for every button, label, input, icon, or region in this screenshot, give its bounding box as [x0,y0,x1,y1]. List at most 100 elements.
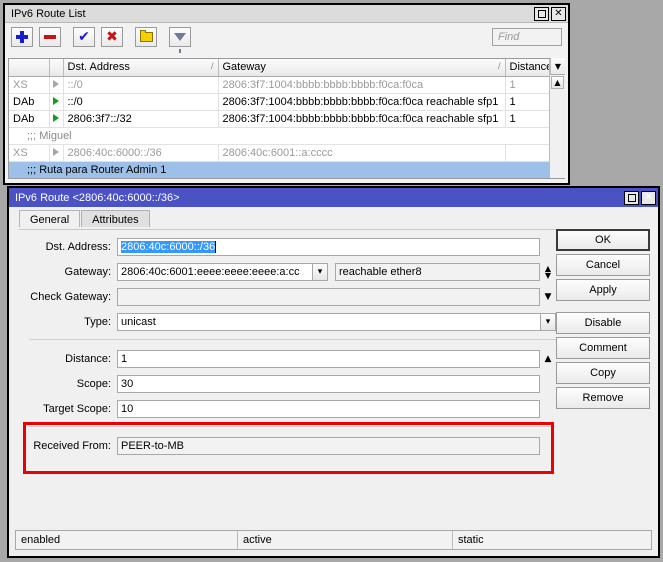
received-from-value: PEER-to-MB [117,437,540,455]
minus-icon [44,35,56,39]
add-button[interactable] [11,27,33,47]
row-dst-address: ::/0 [63,93,218,110]
maximize-icon[interactable] [534,7,549,21]
enable-button[interactable]: ✔ [73,27,95,47]
scroll-up-icon[interactable]: ▲ [551,76,564,89]
column-chooser-button[interactable]: ▼ [550,58,565,75]
cancel-button[interactable]: Cancel [556,254,650,276]
folder-icon [140,32,153,42]
row-flags: DAb [9,93,49,110]
column-gateway[interactable]: Gateway/ [218,59,505,76]
gateway-dropdown-icon[interactable]: ▾ [313,263,328,281]
routes-table-wrapper: Dst. Address / Gateway/ Distance XS ::/0 … [8,58,565,179]
routes-table-scroll: Dst. Address / Gateway/ Distance XS ::/0 … [9,59,549,178]
type-label: Type: [19,316,117,328]
row-comment: ;;; Ruta para Router Admin 1 [9,161,549,178]
received-from-row: Received From: PEER-to-MB [19,435,564,457]
route-form: Dst. Address: 2806:40c:6000::/36 Gateway… [19,229,564,516]
form-divider-1 [29,339,556,340]
distance-spinner-up-icon[interactable]: ▲ [540,354,556,364]
row-flags: DAb [9,110,49,127]
column-distance[interactable]: Distance [505,59,549,76]
target-scope-input[interactable]: 10 [117,400,540,418]
row-distance: 1 [505,76,549,93]
row-dst-address: 2806:40c:6000::/36 [63,144,218,161]
close-icon[interactable]: ✕ [551,7,566,21]
route-arrow-icon [53,80,59,88]
column-dst-address-label: Dst. Address [68,61,130,73]
disable-button[interactable]: ✖ [101,27,123,47]
gateway-row: Gateway: 2806:40c:6001:eeee:eeee:eeee:a:… [19,261,564,283]
column-flags[interactable] [9,59,49,76]
check-gateway-chevron-down-icon[interactable]: ▼ [540,292,556,302]
tab-general[interactable]: General [19,210,80,227]
tab-attributes[interactable]: Attributes [81,210,149,227]
comment-button[interactable]: Comment [556,337,650,359]
vertical-scrollbar[interactable]: ▲ [549,59,565,178]
apply-button[interactable]: Apply [556,279,650,301]
button-gap [556,304,650,312]
scope-label: Scope: [19,378,117,390]
sort-indicator-gateway: / [498,61,501,71]
row-distance: 1 [505,93,549,110]
route-arrow-icon [53,97,59,105]
remove-button[interactable]: Remove [556,387,650,409]
route-arrow-icon [53,114,59,122]
distance-input[interactable]: 1 [117,350,540,368]
gateway-input[interactable]: 2806:40c:6001:eeee:eeee:eeee:a:cc [117,263,313,281]
sort-indicator-dst: / [211,61,214,71]
plus-icon [16,31,28,43]
dst-address-label: Dst. Address: [19,241,117,253]
distance-label: Distance: [19,353,117,365]
column-arrow[interactable] [49,59,63,76]
dialog-title: IPv6 Route <2806:40c:6000::/36> [15,192,624,204]
table-row[interactable]: XS ::/0 2806:3f7:1004:bbbb:bbbb:bbbb:f0c… [9,76,549,93]
copy-button[interactable]: Copy [556,362,650,384]
disable-button[interactable]: Disable [556,312,650,334]
type-input[interactable]: unicast [117,313,541,331]
remove-button[interactable] [39,27,61,47]
find-wrapper: Find [492,28,562,46]
table-row-comment[interactable]: ;;; Miguel [9,127,549,144]
dst-address-input[interactable]: 2806:40c:6000::/36 [117,238,540,256]
dialog-body: General Attributes Dst. Address: 2806:40… [9,207,658,556]
check-gateway-row: Check Gateway: ▼ [19,286,564,308]
comment-button[interactable] [135,27,157,47]
row-arrow [49,76,63,93]
scope-input[interactable]: 30 [117,375,540,393]
scope-row: Scope: 30 [19,373,564,395]
x-icon: ✖ [106,31,118,43]
route-list-title: IPv6 Route List [11,8,534,20]
table-row[interactable]: XS 2806:40c:6000::/36 2806:40c:6001::a:c… [9,144,549,161]
route-list-window-buttons: ✕ [534,7,566,21]
dialog-statusbar: enabled active static [15,530,652,550]
table-row[interactable]: DAb 2806:3f7::/32 2806:3f7:1004:bbbb:bbb… [9,110,549,127]
filter-button[interactable] [169,27,191,47]
target-scope-label: Target Scope: [19,403,117,415]
row-arrow [49,93,63,110]
row-arrow [49,110,63,127]
row-dst-address: 2806:3f7::/32 [63,110,218,127]
close-icon[interactable]: ✕ [641,191,656,205]
route-list-toolbar: ✔ ✖ Find [5,23,568,51]
check-icon: ✔ [78,31,90,43]
column-dst-address[interactable]: Dst. Address / [63,59,218,76]
row-gateway: 2806:40c:6001::a:cccc [218,144,505,161]
ipv6-route-dialog: IPv6 Route <2806:40c:6000::/36> ✕ Genera… [7,186,660,558]
gateway-spinner-icon[interactable]: ▲▼ [540,265,556,279]
dialog-titlebar: IPv6 Route <2806:40c:6000::/36> ✕ [9,188,658,207]
check-gateway-input[interactable] [117,288,540,306]
maximize-icon[interactable] [624,191,639,205]
table-row-comment[interactable]: ;;; Ruta para Router Admin 1 [9,161,549,178]
search-input[interactable]: Find [492,28,562,46]
dst-address-value: 2806:40c:6000::/36 [121,241,215,253]
row-gateway: 2806:3f7:1004:bbbb:bbbb:bbbb:f0ca:f0ca [218,76,505,93]
row-gateway: 2806:3f7:1004:bbbb:bbbb:bbbb:f0ca:f0ca r… [218,110,505,127]
table-row[interactable]: DAb ::/0 2806:3f7:1004:bbbb:bbbb:bbbb:f0… [9,93,549,110]
ok-button[interactable]: OK [556,229,650,251]
type-dropdown-icon[interactable]: ▾ [541,313,556,331]
check-gateway-label: Check Gateway: [19,291,117,303]
funnel-icon [174,33,186,41]
status-static: static [453,531,651,549]
gateway-status-field: reachable ether8 [335,263,540,281]
